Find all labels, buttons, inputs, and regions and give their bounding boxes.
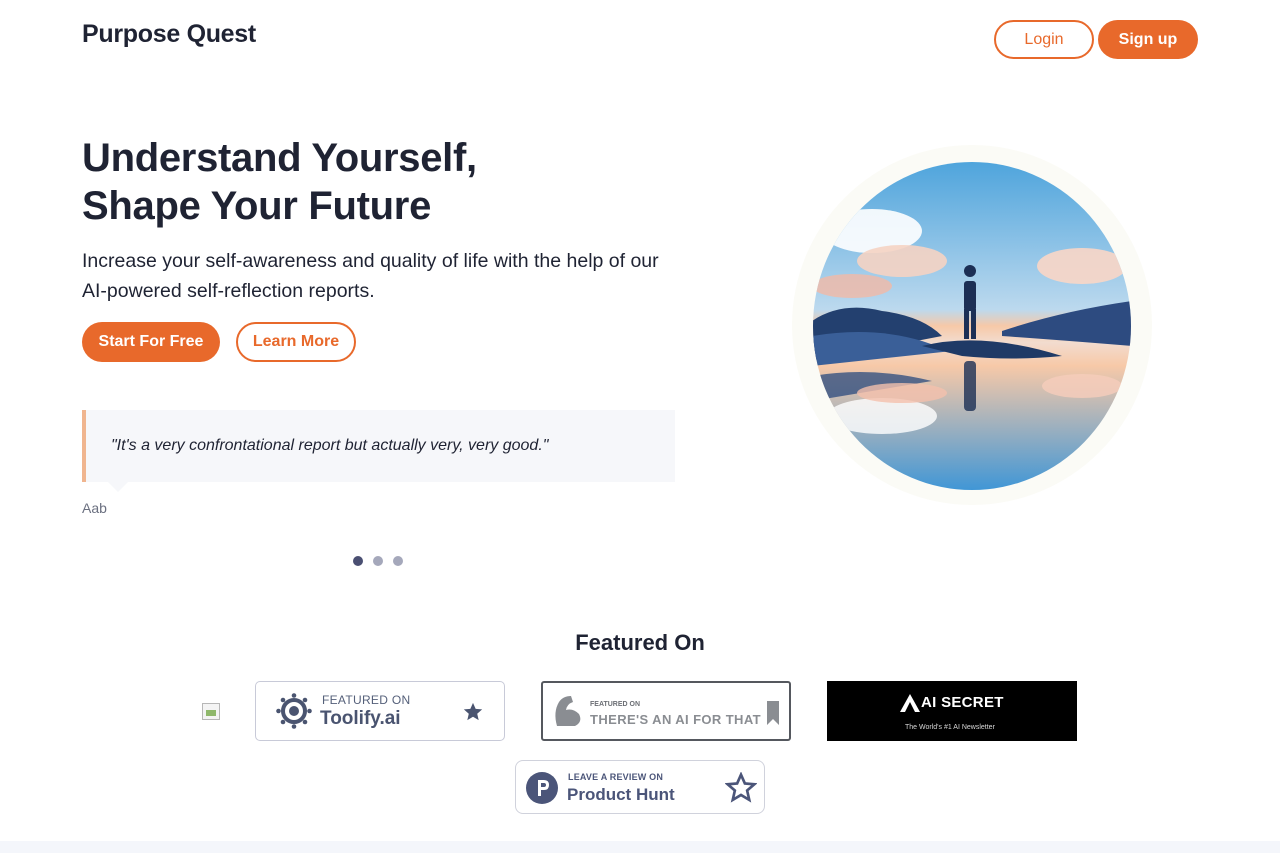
toolify-logo-icon [276,693,312,729]
carousel-dot-1[interactable] [353,556,363,566]
product-hunt-name: Product Hunt [567,785,675,804]
product-hunt-review-label: LEAVE A REVIEW ON [568,772,664,782]
star-outline-icon [725,772,757,803]
carousel-dot-2[interactable] [373,556,383,566]
hero-title-line-1: Understand Yourself, [82,136,477,180]
hero-title-line-2: Shape Your Future [82,184,432,228]
bookmark-icon [767,701,779,725]
quote-pointer [108,482,128,492]
featured-on-title: Featured On [575,630,705,655]
theres-an-ai-for-that-badge[interactable]: FEATURED ON THERE'S AN AI FOR THAT [541,681,791,741]
hero-illustration [792,145,1152,505]
signup-button[interactable]: Sign up [1098,20,1198,59]
ai-secret-name: AI SECRET [921,694,1004,711]
testimonial-quote-box: "It's a very confrontational report but … [82,410,675,482]
product-hunt-logo-icon [526,772,558,804]
hero-subtitle: Increase your self-awareness and quality… [82,250,659,302]
product-hunt-badge[interactable]: LEAVE A REVIEW ON Product Hunt [515,760,765,814]
aift-featured-label: FEATURED ON [590,701,641,708]
star-icon [463,702,483,721]
flexed-arm-icon [555,696,581,726]
carousel-dot-3[interactable] [393,556,403,566]
brand-logo[interactable]: Purpose Quest [82,20,256,49]
start-for-free-button[interactable]: Start For Free [82,322,220,362]
footer-strip [0,841,1280,853]
testimonial-quote: "It's a very confrontational report but … [111,437,549,454]
aift-name: THERE'S AN AI FOR THAT [590,712,762,727]
ai-secret-logo-icon [900,694,920,712]
login-button[interactable]: Login [994,20,1094,59]
hero-title: Understand Yourself, Shape Your Future [82,134,477,230]
reflection-illustration [813,162,1131,490]
toolify-featured-label: FEATURED ON [322,693,411,707]
toolify-badge[interactable]: FEATURED ON Toolify.ai [255,681,505,741]
site-header: Purpose Quest Login Sign up [0,0,1280,80]
carousel-dots [353,556,403,566]
toolify-name: Toolify.ai [320,708,401,729]
testimonial-author: Aab [82,500,107,516]
ai-secret-badge[interactable]: AI SECRET The World's #1 AI Newsletter [827,681,1077,741]
learn-more-button[interactable]: Learn More [236,322,356,362]
broken-image-icon [202,703,220,720]
ai-secret-tagline: The World's #1 AI Newsletter [905,724,995,731]
